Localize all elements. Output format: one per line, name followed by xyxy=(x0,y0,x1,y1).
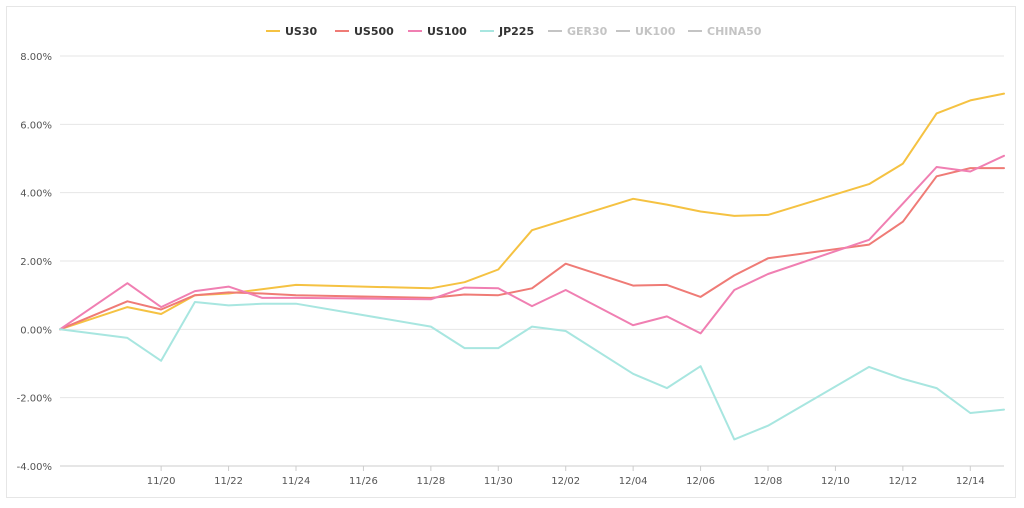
legend-item-us500[interactable]: US500 xyxy=(354,25,394,38)
legend-item-us30[interactable]: US30 xyxy=(285,25,318,38)
legend-item-jp225[interactable]: JP225 xyxy=(498,25,534,38)
x-tick-label: 11/30 xyxy=(484,476,513,487)
y-tick-label: -2.00% xyxy=(17,394,52,405)
x-tick-label: 12/12 xyxy=(888,476,917,487)
y-tick-label: -4.00% xyxy=(17,462,52,473)
legend-item-ger30[interactable]: GER30 xyxy=(567,25,608,38)
x-tick-label: 11/20 xyxy=(147,476,176,487)
y-tick-label: 0.00% xyxy=(20,325,52,336)
legend-item-us100[interactable]: US100 xyxy=(427,25,467,38)
y-tick-label: 4.00% xyxy=(20,189,52,200)
x-tick-label: 11/26 xyxy=(349,476,378,487)
x-tick-label: 12/04 xyxy=(619,476,648,487)
series-line-jp225 xyxy=(59,301,1005,441)
x-tick-label: 12/14 xyxy=(956,476,985,487)
x-tick-label: 12/08 xyxy=(754,476,783,487)
x-tick-label: 12/02 xyxy=(551,476,580,487)
x-tick-label: 12/10 xyxy=(821,476,850,487)
y-tick-label: 8.00% xyxy=(20,52,52,63)
x-tick-label: 11/28 xyxy=(416,476,445,487)
line-chart: 8.00% 6.00% 4.00% 2.00% 0.00% -2.00% -4.00% 11/… xyxy=(17,25,1005,487)
y-tick-label: 6.00% xyxy=(20,120,52,131)
x-tick-label: 11/22 xyxy=(214,476,243,487)
x-tick-label: 12/06 xyxy=(686,476,715,487)
y-tick-label: 2.00% xyxy=(20,257,52,268)
legend-item-uk100[interactable]: UK100 xyxy=(635,25,676,38)
legend-item-china50[interactable]: CHINA50 xyxy=(707,25,762,38)
x-tick-label: 11/24 xyxy=(282,476,311,487)
